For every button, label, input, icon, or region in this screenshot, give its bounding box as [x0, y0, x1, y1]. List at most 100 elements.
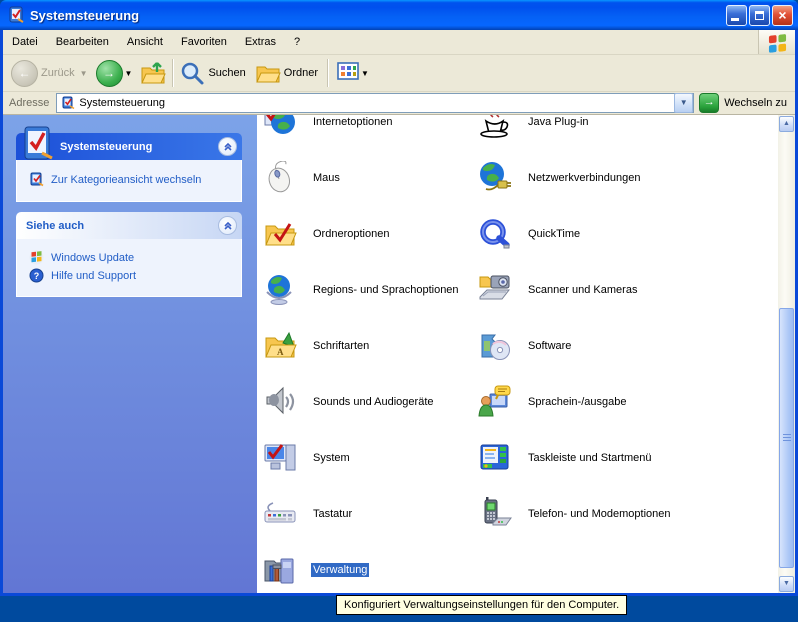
item-java-plugin[interactable]: Java Plug-in [478, 115, 591, 139]
item-label[interactable]: System [311, 451, 352, 465]
chevron-up-icon[interactable] [218, 137, 237, 156]
keyboard-icon[interactable] [263, 497, 297, 531]
item-quicktime[interactable]: QuickTime [478, 217, 582, 251]
menu-ansicht[interactable]: Ansicht [118, 32, 172, 52]
category-view-label: Zur Kategorieansicht wechseln [51, 174, 201, 186]
item-maus[interactable]: Maus [263, 161, 342, 195]
item-label[interactable]: Schriftarten [311, 339, 371, 353]
item-label[interactable]: Sounds und Audiogeräte [311, 395, 436, 409]
java-icon[interactable] [478, 115, 512, 139]
item-label[interactable]: Scanner und Kameras [526, 283, 639, 297]
item-ordneroptionen[interactable]: Ordneroptionen [263, 217, 391, 251]
internet-options-icon[interactable] [263, 115, 297, 139]
back-button[interactable]: ← Zurück ▼ [11, 60, 88, 87]
scanner-camera-icon[interactable] [478, 273, 512, 307]
close-button[interactable]: × [772, 5, 793, 26]
item-system[interactable]: System [263, 441, 352, 475]
svg-text:?: ? [34, 271, 40, 281]
panel-header[interactable]: Siehe auch [16, 212, 242, 239]
item-scanner-kameras[interactable]: Scanner und Kameras [478, 273, 639, 307]
item-label[interactable]: Software [526, 339, 573, 353]
views-icon [337, 62, 359, 85]
item-netzwerkverbindungen[interactable]: Netzwerkverbindungen [478, 161, 643, 195]
minimize-button[interactable] [726, 5, 747, 26]
address-value: Systemsteuerung [79, 97, 674, 109]
item-regions-sprachoptionen[interactable]: Regions- und Sprachoptionen [263, 273, 461, 307]
minimize-icon [731, 18, 739, 21]
mouse-icon[interactable] [263, 161, 297, 195]
up-folder-icon [140, 60, 166, 86]
category-view-link[interactable]: Zur Kategorieansicht wechseln [29, 172, 235, 187]
windows-flag-icon [758, 30, 795, 54]
scroll-down-icon[interactable]: ▼ [779, 576, 794, 592]
item-label[interactable]: Java Plug-in [526, 115, 591, 129]
fonts-icon[interactable]: A [263, 329, 297, 363]
vertical-scrollbar[interactable]: ▲ ▼ [778, 115, 795, 593]
go-label: Wechseln zu [724, 97, 787, 109]
item-label[interactable]: Netzwerkverbindungen [526, 171, 643, 185]
regional-options-icon[interactable] [263, 273, 297, 307]
category-view-icon [29, 172, 44, 187]
maximize-icon [755, 11, 764, 20]
item-label[interactable]: Taskleiste und Startmenü [526, 451, 654, 465]
chevron-up-icon[interactable] [218, 216, 237, 235]
sounds-icon[interactable] [263, 385, 297, 419]
quicktime-icon[interactable] [478, 217, 512, 251]
menu-hilfe[interactable]: ? [285, 32, 309, 52]
windows-update-link[interactable]: Windows Update [29, 250, 235, 265]
help-icon: ? [29, 268, 44, 283]
item-label[interactable]: Internetoptionen [311, 115, 395, 129]
forward-icon: → [96, 60, 123, 87]
address-dropdown-icon[interactable]: ▼ [674, 93, 693, 113]
item-label[interactable]: Maus [311, 171, 342, 185]
item-software[interactable]: Software [478, 329, 573, 363]
network-icon[interactable] [478, 161, 512, 195]
menu-extras[interactable]: Extras [236, 32, 285, 52]
address-input[interactable]: Systemsteuerung ▼ [56, 93, 694, 113]
item-label[interactable]: Sprachein-/ausgabe [526, 395, 628, 409]
see-also-panel: Siehe auch Windows Update [16, 212, 242, 297]
search-button[interactable]: Suchen [179, 60, 248, 86]
item-label[interactable]: Tastatur [311, 507, 354, 521]
maximize-button[interactable] [749, 5, 770, 26]
item-tastatur[interactable]: Tastatur [263, 497, 354, 531]
item-telefon-modemoptionen[interactable]: Telefon- und Modemoptionen [478, 497, 672, 531]
titlebar[interactable]: Systemsteuerung × [0, 0, 798, 30]
folder-options-icon[interactable] [263, 217, 297, 251]
item-label[interactable]: Regions- und Sprachoptionen [311, 283, 461, 297]
software-icon[interactable] [478, 329, 512, 363]
menu-bearbeiten[interactable]: Bearbeiten [47, 32, 118, 52]
item-label[interactable]: QuickTime [526, 227, 582, 241]
icon-list: Internetoptionen Maus Ordneroptionen [257, 115, 778, 593]
menu-datei[interactable]: Datei [3, 32, 47, 52]
item-taskleiste-startmenue[interactable]: Taskleiste und Startmenü [478, 441, 654, 475]
menu-bar: Datei Bearbeiten Ansicht Favoriten Extra… [3, 30, 795, 55]
item-sounds-audiogeraete[interactable]: Sounds und Audiogeräte [263, 385, 436, 419]
item-label[interactable]: Telefon- und Modemoptionen [526, 507, 672, 521]
forward-dropdown-icon: ▼ [125, 69, 133, 78]
go-button[interactable]: → Wechseln zu [694, 93, 793, 113]
control-panel-icon [18, 125, 56, 163]
item-internetoptionen[interactable]: Internetoptionen [263, 115, 395, 139]
taskbar-icon[interactable] [478, 441, 512, 475]
item-sprachein-ausgabe[interactable]: Sprachein-/ausgabe [478, 385, 628, 419]
folders-button[interactable]: Ordner [255, 60, 321, 86]
system-icon[interactable] [263, 441, 297, 475]
item-label-selected[interactable]: Verwaltung [311, 563, 369, 577]
forward-button[interactable]: → ▼ [96, 60, 133, 87]
menu-favoriten[interactable]: Favoriten [172, 32, 236, 52]
up-button[interactable] [140, 60, 166, 86]
phone-modem-icon[interactable] [478, 497, 512, 531]
item-verwaltung[interactable]: Verwaltung [263, 553, 369, 587]
item-label[interactable]: Ordneroptionen [311, 227, 391, 241]
scrollbar-thumb[interactable] [779, 308, 794, 568]
content-area: Systemsteuerung Zur Kategorieansicht wec… [3, 115, 795, 593]
folders-icon [255, 60, 281, 86]
speech-icon[interactable] [478, 385, 512, 419]
scroll-up-icon[interactable]: ▲ [779, 116, 794, 132]
admin-tools-icon[interactable] [263, 553, 297, 587]
item-schriftarten[interactable]: A Schriftarten [263, 329, 371, 363]
views-dropdown-icon: ▼ [361, 69, 369, 78]
views-button[interactable]: ▼ [334, 60, 372, 87]
help-support-link[interactable]: ? Hilfe und Support [29, 268, 235, 283]
